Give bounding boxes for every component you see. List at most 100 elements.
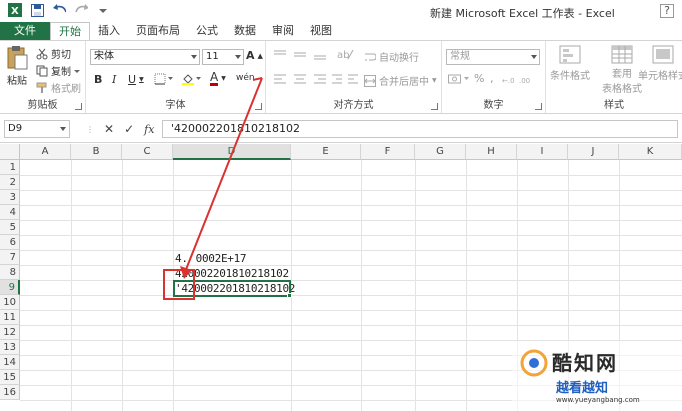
copy-button[interactable]: 复制: [36, 63, 80, 78]
column-header-e[interactable]: E: [291, 144, 361, 160]
row-header-5[interactable]: 5: [0, 220, 20, 235]
gridline: [20, 265, 682, 266]
phonetic-button[interactable]: wén: [236, 73, 255, 83]
bold-button[interactable]: B: [94, 73, 102, 86]
column-header-g[interactable]: G: [415, 144, 466, 160]
help-button[interactable]: ?: [660, 4, 674, 18]
column-header-c[interactable]: C: [122, 144, 173, 160]
row-header-13[interactable]: 13: [0, 340, 20, 355]
gridline: [20, 295, 682, 296]
tab-page-layout[interactable]: 页面布局: [128, 22, 188, 40]
font-name-value: 宋体: [94, 51, 114, 62]
name-box[interactable]: D9: [4, 120, 70, 138]
row-header-11[interactable]: 11: [0, 310, 20, 325]
paste-button[interactable]: 粘贴: [6, 45, 28, 87]
row-header-15[interactable]: 15: [0, 370, 20, 385]
row-header-7[interactable]: 7: [0, 250, 20, 265]
watermark-alt: 越看越知: [556, 381, 609, 396]
row-header-3[interactable]: 3: [0, 190, 20, 205]
row-header-16[interactable]: 16: [0, 385, 20, 400]
alignment-launcher-icon[interactable]: [431, 103, 438, 110]
name-box-value: D9: [8, 123, 23, 134]
percent-button[interactable]: %: [474, 72, 484, 85]
row-header-12[interactable]: 12: [0, 325, 20, 340]
format-as-table-button[interactable]: 套用 表格格式: [602, 45, 642, 95]
column-header-d[interactable]: D: [173, 144, 291, 160]
tab-data[interactable]: 数据: [226, 22, 264, 40]
row-header-4[interactable]: 4: [0, 205, 20, 220]
conditional-format-button[interactable]: 条件格式: [550, 45, 590, 82]
column-header-h[interactable]: H: [466, 144, 517, 160]
tab-insert[interactable]: 插入: [90, 22, 128, 40]
select-all-button[interactable]: [0, 144, 20, 160]
svg-text:X: X: [11, 6, 19, 17]
row-header-14[interactable]: 14: [0, 355, 20, 370]
enter-icon[interactable]: ✓: [124, 122, 134, 136]
tab-formulas[interactable]: 公式: [188, 22, 226, 40]
fill-color-button[interactable]: [182, 73, 202, 85]
tab-review[interactable]: 审阅: [264, 22, 302, 40]
cut-button[interactable]: 剪切: [36, 46, 71, 61]
font-group-label: 字体: [165, 100, 186, 111]
grow-font-label: A: [246, 49, 255, 62]
redo-icon[interactable]: [74, 3, 88, 17]
font-size-select[interactable]: 11: [202, 49, 244, 65]
top-align-icon[interactable]: [274, 49, 326, 61]
tab-home[interactable]: 开始: [50, 22, 90, 40]
column-header-b[interactable]: B: [71, 144, 122, 160]
column-header-a[interactable]: A: [20, 144, 71, 160]
save-icon[interactable]: [30, 3, 44, 17]
cell-d7[interactable]: 4. 0002E+17: [175, 251, 247, 266]
decimal-icons[interactable]: ←.0 .00: [502, 73, 536, 85]
currency-button[interactable]: [448, 73, 470, 85]
clipboard-group-label: 剪贴板: [27, 100, 58, 111]
number-format-select[interactable]: 常规: [446, 49, 540, 65]
font-color-button[interactable]: A ▼: [210, 71, 226, 86]
clipboard-launcher-icon[interactable]: [75, 103, 82, 110]
row-header-2[interactable]: 2: [0, 175, 20, 190]
row-header-1[interactable]: 1: [0, 160, 20, 175]
number-launcher-icon[interactable]: [535, 103, 542, 110]
row-header-8[interactable]: 8: [0, 265, 20, 280]
grow-font-button[interactable]: A ▲: [246, 49, 263, 62]
column-header-f[interactable]: F: [361, 144, 415, 160]
column-header-j[interactable]: J: [568, 144, 619, 160]
underline-button[interactable]: U ▼: [128, 73, 144, 86]
styles-group: 条件格式 套用 表格格式 单元格样式 样式: [546, 41, 682, 113]
format-painter-button[interactable]: 格式刷: [36, 80, 81, 95]
formula-input[interactable]: '420002201810218102: [162, 120, 678, 138]
borders-button[interactable]: [154, 73, 174, 85]
insert-function-icon[interactable]: fx: [144, 123, 154, 136]
tab-view[interactable]: 视图: [302, 22, 340, 40]
horizontal-align-icons[interactable]: [274, 73, 326, 85]
fill-handle[interactable]: [287, 293, 292, 298]
column-header-k[interactable]: K: [619, 144, 682, 160]
merge-icon: [364, 74, 376, 87]
font-launcher-icon[interactable]: [255, 103, 262, 110]
column-header-i[interactable]: I: [517, 144, 568, 160]
number-group: 常规 % , ←.0 .00 数字: [442, 41, 546, 113]
cell-styles-icon: [652, 45, 674, 64]
row-header-10[interactable]: 10: [0, 295, 20, 310]
row-header-9[interactable]: 9: [0, 280, 20, 295]
tab-file[interactable]: 文件: [0, 22, 50, 40]
row-header-6[interactable]: 6: [0, 235, 20, 250]
italic-button[interactable]: I: [112, 73, 116, 86]
wrap-text-button[interactable]: 自动换行: [364, 49, 419, 64]
orientation-icon[interactable]: ab: [336, 47, 354, 61]
comma-button[interactable]: ,: [490, 72, 494, 85]
gridline: [20, 325, 682, 326]
bold-label: B: [94, 73, 103, 86]
font-name-select[interactable]: 宋体: [90, 49, 200, 65]
gridline: [20, 250, 682, 251]
gridline: [20, 235, 682, 236]
undo-icon[interactable]: [52, 3, 66, 17]
indent-icons[interactable]: [332, 73, 360, 85]
customize-qat-icon[interactable]: [96, 3, 110, 17]
cancel-icon[interactable]: ✕: [104, 122, 114, 136]
number-group-label: 数字: [483, 100, 504, 111]
formula-buttons: ⋮ ✕ ✓ fx: [86, 120, 154, 138]
cell-styles-button[interactable]: 单元格样式: [638, 45, 682, 82]
merge-center-button[interactable]: 合并后居中 ▼: [364, 73, 437, 88]
chevron-down-icon: [235, 55, 241, 59]
